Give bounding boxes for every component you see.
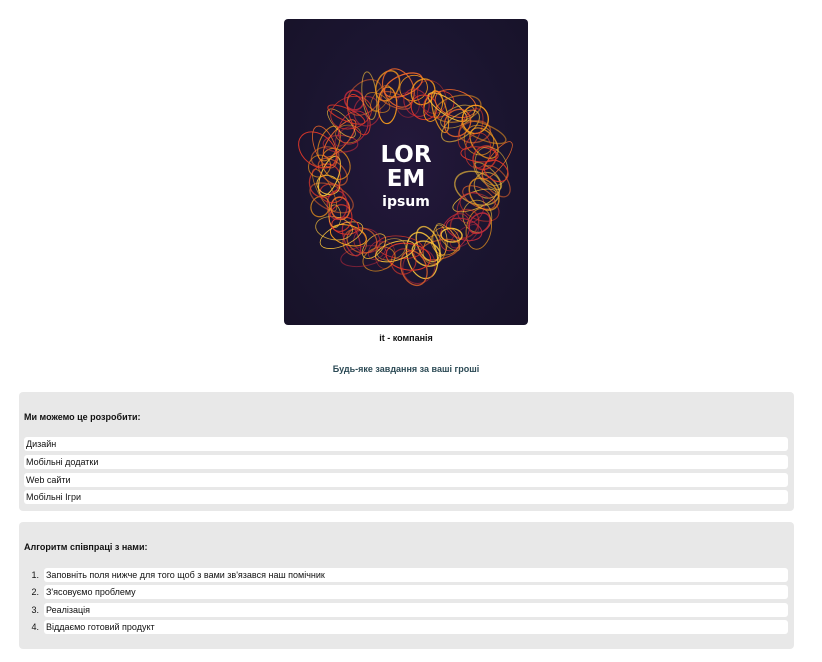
logo-text-line1: LOR [380,142,431,168]
step-number: 1. [31,570,39,580]
step-text: Реалізація [44,603,788,617]
swirl-loop [329,223,367,247]
service-item: Мобільні додатки [24,455,788,469]
service-item: Дизайн [24,437,788,451]
step-text: Віддаємо готовий продукт [44,620,788,634]
process-title: Алгоритм співпраці з нами: [24,542,148,552]
service-item: Мобільні Ігри [24,490,788,504]
company-logo-image: LOR EM ipsum [284,19,528,325]
process-step: 4. Віддаємо готовий продукт [19,620,794,634]
step-text: З'ясовуємо проблему [44,585,788,599]
logo-text-line2: EM [387,166,426,192]
services-panel: Ми можемо це розробити: Дизайн Мобільні … [19,392,794,511]
logo-graphic: LOR EM ipsum [298,68,513,287]
step-number: 2. [31,587,39,597]
process-step: 3. Реалізація [19,603,794,617]
company-name: it - компанія [379,333,433,343]
step-number: 4. [31,622,39,632]
swirl-loop [317,125,341,162]
page: LOR EM ipsum it - компанія Будь-яке завд… [0,0,822,662]
services-title: Ми можемо це розробити: [24,412,141,422]
process-step: 2. З'ясовуємо проблему [19,585,794,599]
process-step: 1. Заповніть поля нижче для того щоб з в… [19,568,794,582]
tagline: Будь-яке завдання за ваші гроші [332,364,480,374]
service-item: Web сайти [24,473,788,487]
step-text: Заповніть поля нижче для того щоб з вами… [44,568,788,582]
step-number: 3. [31,605,39,615]
logo-text-line3: ipsum [382,194,430,210]
swirl-loop [450,224,479,249]
process-panel: Алгоритм співпраці з нами: 1. Заповніть … [19,522,794,649]
swirl-loop [319,221,364,249]
